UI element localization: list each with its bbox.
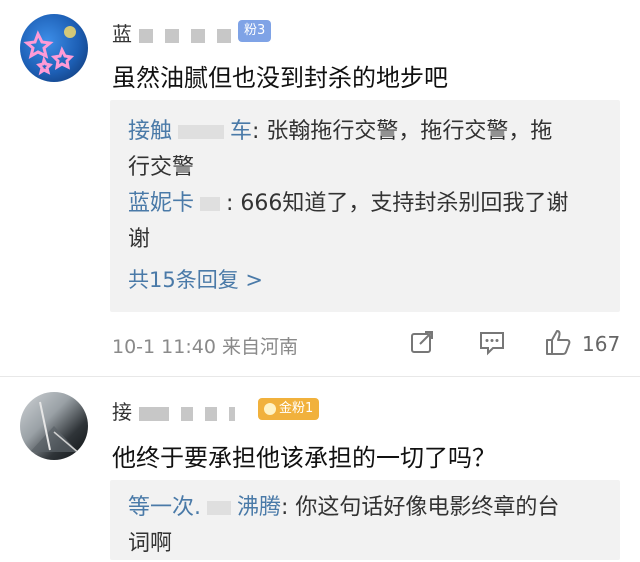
- reply-user[interactable]: 蓝妮卡: [128, 191, 194, 216]
- redacted-block: [139, 28, 153, 43]
- redacted-block: [191, 28, 205, 43]
- reply-text: : 666知道了，支持封杀别回我了谢: [226, 191, 569, 216]
- redacted-block: [139, 406, 169, 421]
- redacted-block: [217, 28, 231, 43]
- reply-box[interactable]: 等一次. 沸腾: 你这句话好像电影终章的台 词啊: [110, 480, 620, 560]
- reply-item[interactable]: 接触 车: 张翰拖行交警，拖行交警，拖 行交警: [110, 100, 620, 186]
- avatar[interactable]: [20, 14, 88, 82]
- reply-text: : 张翰拖行交警，拖行交警，拖: [252, 119, 553, 144]
- redacted-block: [165, 28, 179, 43]
- comment-item-1: 蓝 粉3 虽然油腻但也没到封杀的地步吧 接触 车: 张翰拖行交警，拖行交警，拖 行…: [0, 0, 640, 380]
- share-icon[interactable]: [408, 328, 436, 356]
- reply-text: : 你这句话好像电影终章的台: [281, 495, 560, 520]
- avatar[interactable]: [20, 392, 88, 460]
- reply-text-cont: 谢: [128, 227, 151, 252]
- like-icon[interactable]: [544, 328, 572, 356]
- gold-medal-icon: [264, 402, 276, 415]
- fan-badge[interactable]: 金粉1: [258, 398, 320, 420]
- divider: [0, 376, 640, 377]
- redacted-block: [181, 406, 193, 421]
- avatar-photo-icon: [30, 401, 81, 455]
- more-replies-link[interactable]: 共15条回复 >: [110, 258, 620, 298]
- reply-user-tail[interactable]: 车: [230, 119, 252, 144]
- username[interactable]: 蓝: [112, 18, 237, 47]
- comment-text: 虽然油腻但也没到封杀的地步吧: [112, 64, 448, 92]
- username[interactable]: 接: [112, 396, 241, 425]
- like-count: 167: [582, 332, 621, 356]
- reply-user-tail[interactable]: 沸腾: [237, 495, 281, 520]
- reply-text-cont: 词啊: [128, 531, 173, 556]
- redacted-block: [200, 197, 221, 211]
- reply-user[interactable]: 接触: [128, 119, 172, 144]
- redacted-block: [229, 406, 235, 421]
- comment-item-2: 接 金粉1 他终于要承担他该承担的一切了吗？ 等一次. 沸腾: 你这句话好像电影终…: [0, 380, 640, 560]
- reply-text-cont: 行交警: [128, 155, 195, 180]
- comment-text: 他终于要承担他该承担的一切了吗？: [112, 444, 496, 472]
- reply-box[interactable]: 接触 车: 张翰拖行交警，拖行交警，拖 行交警 蓝妮卡 : 666知道了，支持封杀别…: [110, 100, 620, 312]
- comment-icon[interactable]: [478, 328, 506, 356]
- redacted-block: [205, 406, 217, 421]
- redacted-block: [207, 501, 231, 515]
- comment-time: 10-1 11:40 来自河南: [112, 336, 298, 358]
- comment-meta: 10-1 11:40 来自河南 167: [112, 328, 622, 358]
- reply-item[interactable]: 蓝妮卡 : 666知道了，支持封杀别回我了谢 谢: [110, 186, 620, 258]
- redacted-block: [178, 125, 225, 139]
- avatar-star-icon: [23, 26, 76, 76]
- fan-badge[interactable]: 粉3: [238, 20, 272, 42]
- reply-item[interactable]: 等一次. 沸腾: 你这句话好像电影终章的台 词啊: [110, 480, 620, 562]
- reply-user[interactable]: 等一次.: [128, 495, 201, 520]
